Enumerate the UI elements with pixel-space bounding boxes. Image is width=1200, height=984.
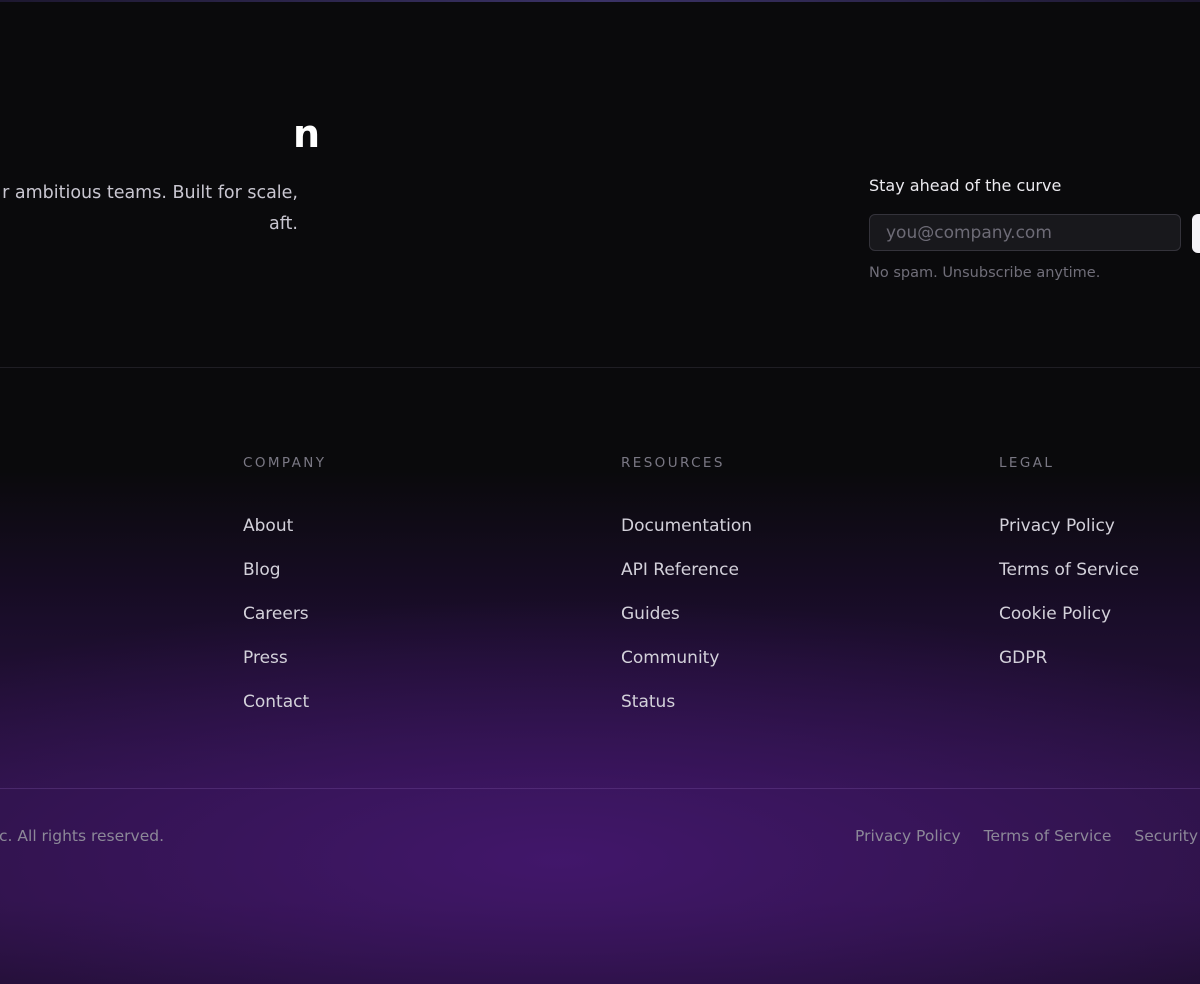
subscribe-button[interactable] bbox=[1192, 214, 1200, 253]
footer-link-about[interactable]: About bbox=[243, 516, 293, 536]
footer-link-community[interactable]: Community bbox=[621, 648, 719, 668]
newsletter-email-input[interactable] bbox=[869, 214, 1181, 251]
bottom-link-terms-of-service[interactable]: Terms of Service bbox=[984, 827, 1112, 845]
footer-link-careers[interactable]: Careers bbox=[243, 604, 309, 624]
footer-link-status[interactable]: Status bbox=[621, 692, 675, 712]
bottom-link-privacy-policy[interactable]: Privacy Policy bbox=[855, 827, 961, 845]
bottom-legal-links: Privacy Policy Terms of Service Security bbox=[855, 827, 1200, 845]
footer-link-terms-of-service[interactable]: Terms of Service bbox=[999, 560, 1139, 580]
brand-tagline-line: aft. bbox=[268, 214, 298, 234]
footer-link-gdpr[interactable]: GDPR bbox=[999, 648, 1047, 668]
column-heading-resources: RESOURCES bbox=[621, 455, 725, 471]
copyright-text: nc. All rights reserved. bbox=[0, 827, 164, 845]
newsletter-heading: Stay ahead of the curve bbox=[869, 176, 1062, 195]
footer-link-cookie-policy[interactable]: Cookie Policy bbox=[999, 604, 1111, 624]
footer-link-api-reference[interactable]: API Reference bbox=[621, 560, 739, 580]
column-heading-company: COMPANY bbox=[243, 455, 327, 471]
brand-tagline: r ambitious teams. Built for scale, aft. bbox=[0, 178, 298, 240]
brand-tagline-line: r ambitious teams. Built for scale, bbox=[2, 183, 298, 203]
footer-link-guides[interactable]: Guides bbox=[621, 604, 680, 624]
bottom-divider bbox=[0, 788, 1200, 789]
top-border bbox=[0, 0, 1200, 2]
footer-column-legal: LEGAL Privacy Policy Terms of Service Co… bbox=[999, 453, 1200, 691]
footer-column-resources: RESOURCES Documentation API Reference Gu… bbox=[621, 453, 881, 735]
footer-link-press[interactable]: Press bbox=[243, 648, 288, 668]
footer-link-documentation[interactable]: Documentation bbox=[621, 516, 752, 536]
column-heading-legal: LEGAL bbox=[999, 455, 1055, 471]
site-footer: n r ambitious teams. Built for scale, af… bbox=[0, 0, 1200, 984]
footer-link-blog[interactable]: Blog bbox=[243, 560, 281, 580]
footer-link-contact[interactable]: Contact bbox=[243, 692, 309, 712]
brand-title: n bbox=[292, 112, 320, 156]
footer-link-privacy-policy[interactable]: Privacy Policy bbox=[999, 516, 1115, 536]
footer-column-company: COMPANY About Blog Careers Press Contact bbox=[243, 453, 503, 735]
section-divider bbox=[0, 367, 1200, 368]
bottom-link-security[interactable]: Security bbox=[1134, 827, 1198, 845]
newsletter-fineprint: No spam. Unsubscribe anytime. bbox=[869, 265, 1101, 281]
